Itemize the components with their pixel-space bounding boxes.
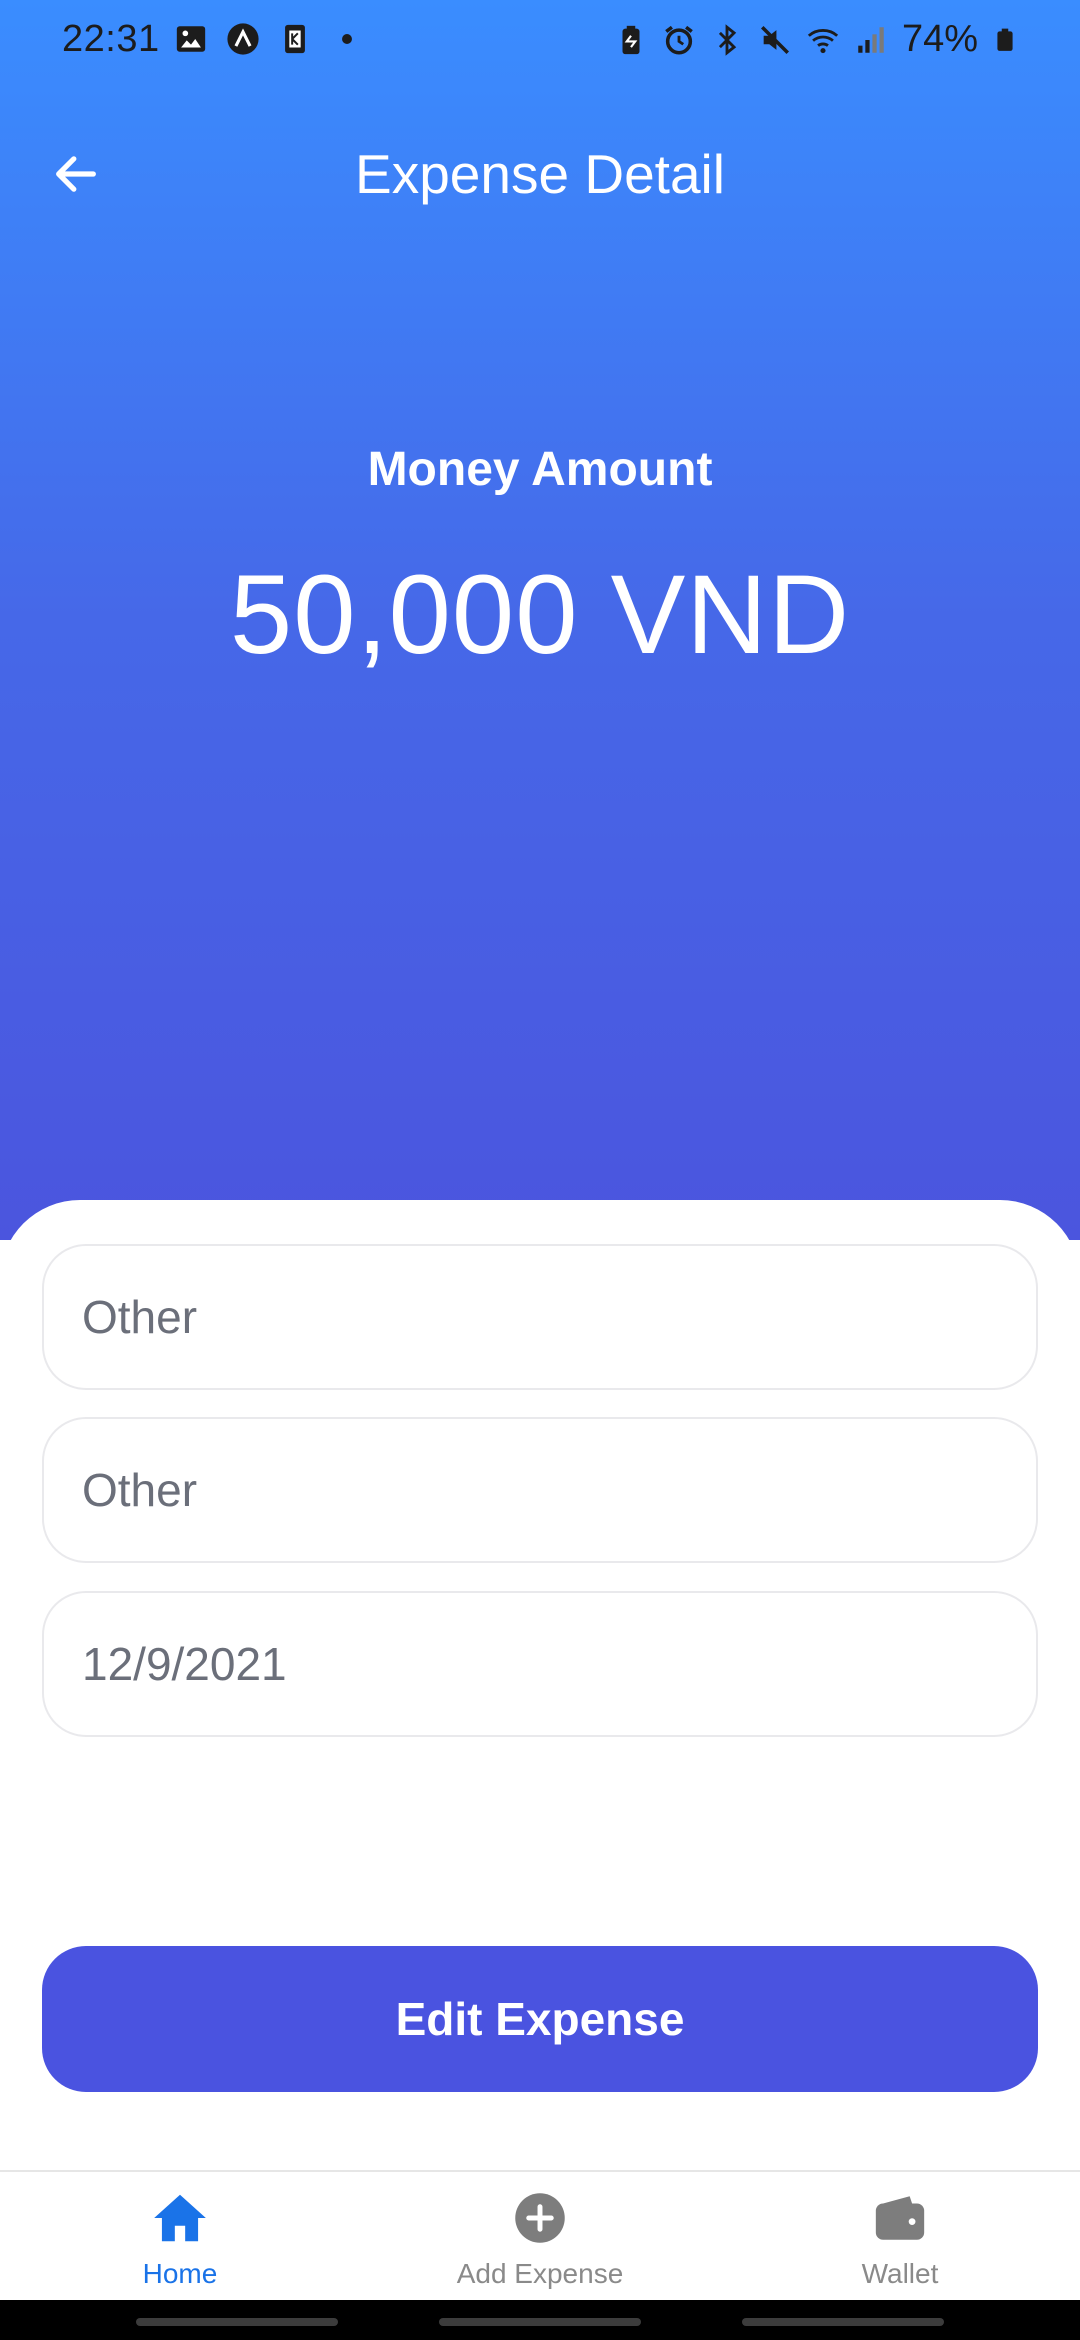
battery-saver-icon (622, 25, 640, 54)
system-navigation-bar (0, 2300, 1080, 2340)
battery-icon (997, 28, 1013, 51)
app-a-icon (227, 23, 259, 55)
status-right-icons: 74% (614, 18, 1018, 61)
amount-value: 50,000 VND (229, 552, 851, 677)
detail-sheet: Other Other 12/9/2021 Edit Expense (0, 1200, 1080, 2170)
gesture-handle-left[interactable] (136, 2318, 338, 2326)
amount-label: Money Amount (367, 443, 713, 496)
page-title: Expense Detail (355, 143, 725, 205)
app-header: Expense Detail (0, 130, 1080, 220)
gesture-handle-center[interactable] (439, 2318, 641, 2326)
alarm-icon (665, 25, 693, 55)
status-left-icons (174, 22, 364, 56)
battery-level: 74% (901, 18, 978, 60)
tab-wallet[interactable]: Wallet (770, 2186, 1030, 2298)
tab-add-expense-label: Add Expense (456, 2258, 624, 2289)
gesture-handle-right[interactable] (742, 2318, 944, 2326)
wifi-icon (807, 28, 839, 53)
bottom-nav: Home Add Expense Wallet (0, 2170, 1080, 2300)
add-circle-icon (508, 2186, 572, 2250)
category-field[interactable]: Other (42, 1244, 1038, 1390)
gallery-icon (176, 26, 206, 52)
note-field[interactable]: Other (42, 1417, 1038, 1563)
app-k-icon (285, 24, 305, 54)
signal-icon (858, 26, 884, 53)
tab-home[interactable]: Home (50, 2186, 310, 2298)
mute-icon (760, 25, 789, 54)
status-time: 22:31 (62, 18, 160, 60)
wallet-icon (868, 2186, 932, 2250)
tab-wallet-label: Wallet (861, 2258, 939, 2289)
bluetooth-icon (718, 23, 737, 56)
dot-icon (342, 34, 352, 44)
status-bar: 22:31 74% (0, 0, 1080, 84)
home-icon (148, 2186, 212, 2250)
date-field[interactable]: 12/9/2021 (42, 1591, 1038, 1737)
tab-add-expense[interactable]: Add Expense (410, 2186, 670, 2298)
tab-home-label: Home (142, 2258, 218, 2289)
edit-expense-button[interactable]: Edit Expense (42, 1946, 1038, 2092)
